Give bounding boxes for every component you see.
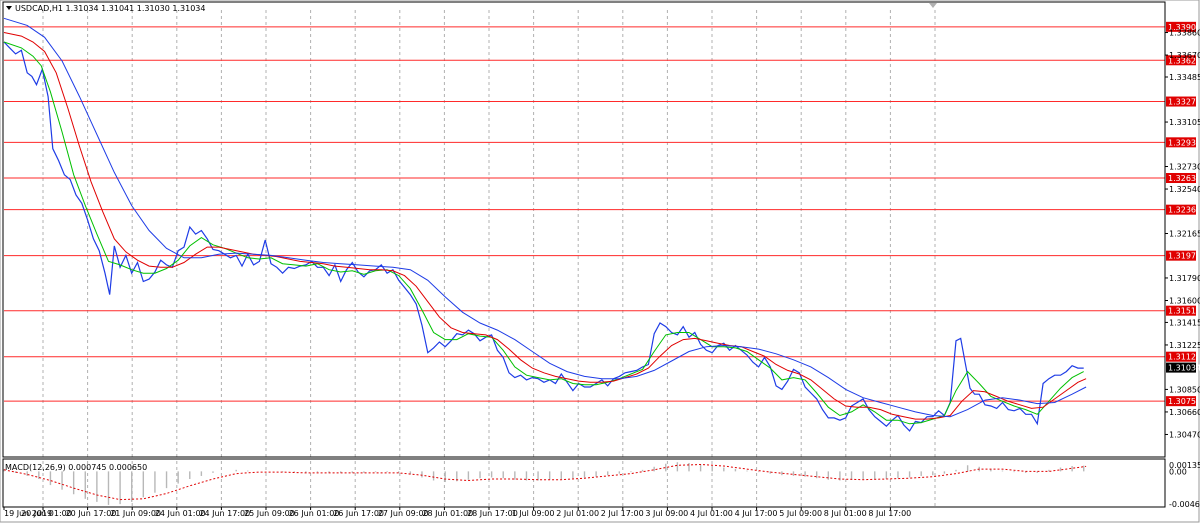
x-tick-label: 28 Jun 01:00	[422, 509, 473, 518]
x-tick-label: 4 Jul 17:00	[735, 509, 778, 518]
y-tick-label: 1.30660	[1169, 408, 1200, 417]
x-tick-label: 2 Jul 01:00	[556, 509, 599, 518]
macd-info: MACD(12,26,9) 0.000745 0.000650	[5, 463, 147, 472]
y-tick-label: 1.31415	[1169, 318, 1200, 327]
x-tick-label: 26 Jun 17:00	[333, 509, 384, 518]
y-tick-label: 1.33485	[1169, 73, 1200, 82]
x-tick-label: 28 Jun 17:00	[467, 509, 518, 518]
x-tick-label: 25 Jun 09:00	[244, 509, 295, 518]
x-tick-label: 8 Jul 17:00	[868, 509, 911, 518]
time-axis: 19 Jun 201920 Jun 01:0020 Jun 17:0021 Ju…	[3, 507, 911, 518]
chart-canvas[interactable]: 1.339081.336261.332781.329341.326331.323…	[0, 0, 1200, 523]
x-tick-label: 1 Jul 09:00	[512, 509, 555, 518]
grid-lines	[42, 10, 936, 507]
x-tick-label: 8 Jul 01:00	[824, 509, 867, 518]
level-label: 1.33278	[1168, 98, 1200, 107]
x-tick-label: 2 Jul 17:00	[601, 509, 644, 518]
y-tick-label: 1.31225	[1169, 341, 1200, 350]
x-tick-label: 20 Jun 01:00	[21, 509, 72, 518]
current-price-label: 1.31034	[1168, 364, 1200, 373]
x-tick-label: 24 Jun 17:00	[199, 509, 250, 518]
level-label: 1.31514	[1168, 307, 1200, 316]
y-tick-label: 1.30850	[1169, 385, 1200, 394]
level-label: 1.32934	[1168, 138, 1200, 147]
level-label: 1.31978	[1168, 252, 1200, 261]
symbol-info: USDCAD,H1 1.31034 1.31041 1.31030 1.3103…	[15, 4, 205, 13]
level-label: 1.32633	[1168, 174, 1200, 183]
macd-y-tick-label: -0.004674	[1169, 500, 1200, 509]
x-tick-label: 3 Jul 09:00	[645, 509, 688, 518]
y-tick-label: 1.32165	[1169, 230, 1200, 239]
y-tick-label: 1.30470	[1169, 430, 1200, 439]
chart-window[interactable]: 1.33908 1.33626 1.33278 1.32934 1.32633 1.323…	[0, 0, 1200, 523]
level-label: 1.31126	[1168, 353, 1200, 362]
y-tick-label: 1.33105	[1169, 118, 1200, 127]
level-label: 1.32366	[1168, 206, 1200, 215]
y-tick-label: 1.31600	[1169, 296, 1200, 305]
y-tick-label: 1.32540	[1169, 185, 1200, 194]
x-tick-label: 5 Jul 09:00	[779, 509, 822, 518]
level-label: 1.30751	[1168, 397, 1200, 406]
y-tick-label: 1.31790	[1169, 274, 1200, 283]
macd-y-tick-label: 0.00	[1169, 467, 1187, 476]
x-tick-label: 26 Jun 01:00	[289, 509, 340, 518]
y-tick-label: 1.33670	[1169, 51, 1200, 60]
y-tick-label: 1.33860	[1169, 29, 1200, 38]
x-tick-label: 24 Jun 01:00	[155, 509, 206, 518]
x-tick-label: 21 Jun 09:00	[110, 509, 161, 518]
x-tick-label: 20 Jun 17:00	[66, 509, 117, 518]
x-tick-label: 4 Jul 01:00	[690, 509, 733, 518]
x-tick-label: 27 Jun 09:00	[378, 509, 429, 518]
y-tick-label: 1.32730	[1169, 163, 1200, 172]
